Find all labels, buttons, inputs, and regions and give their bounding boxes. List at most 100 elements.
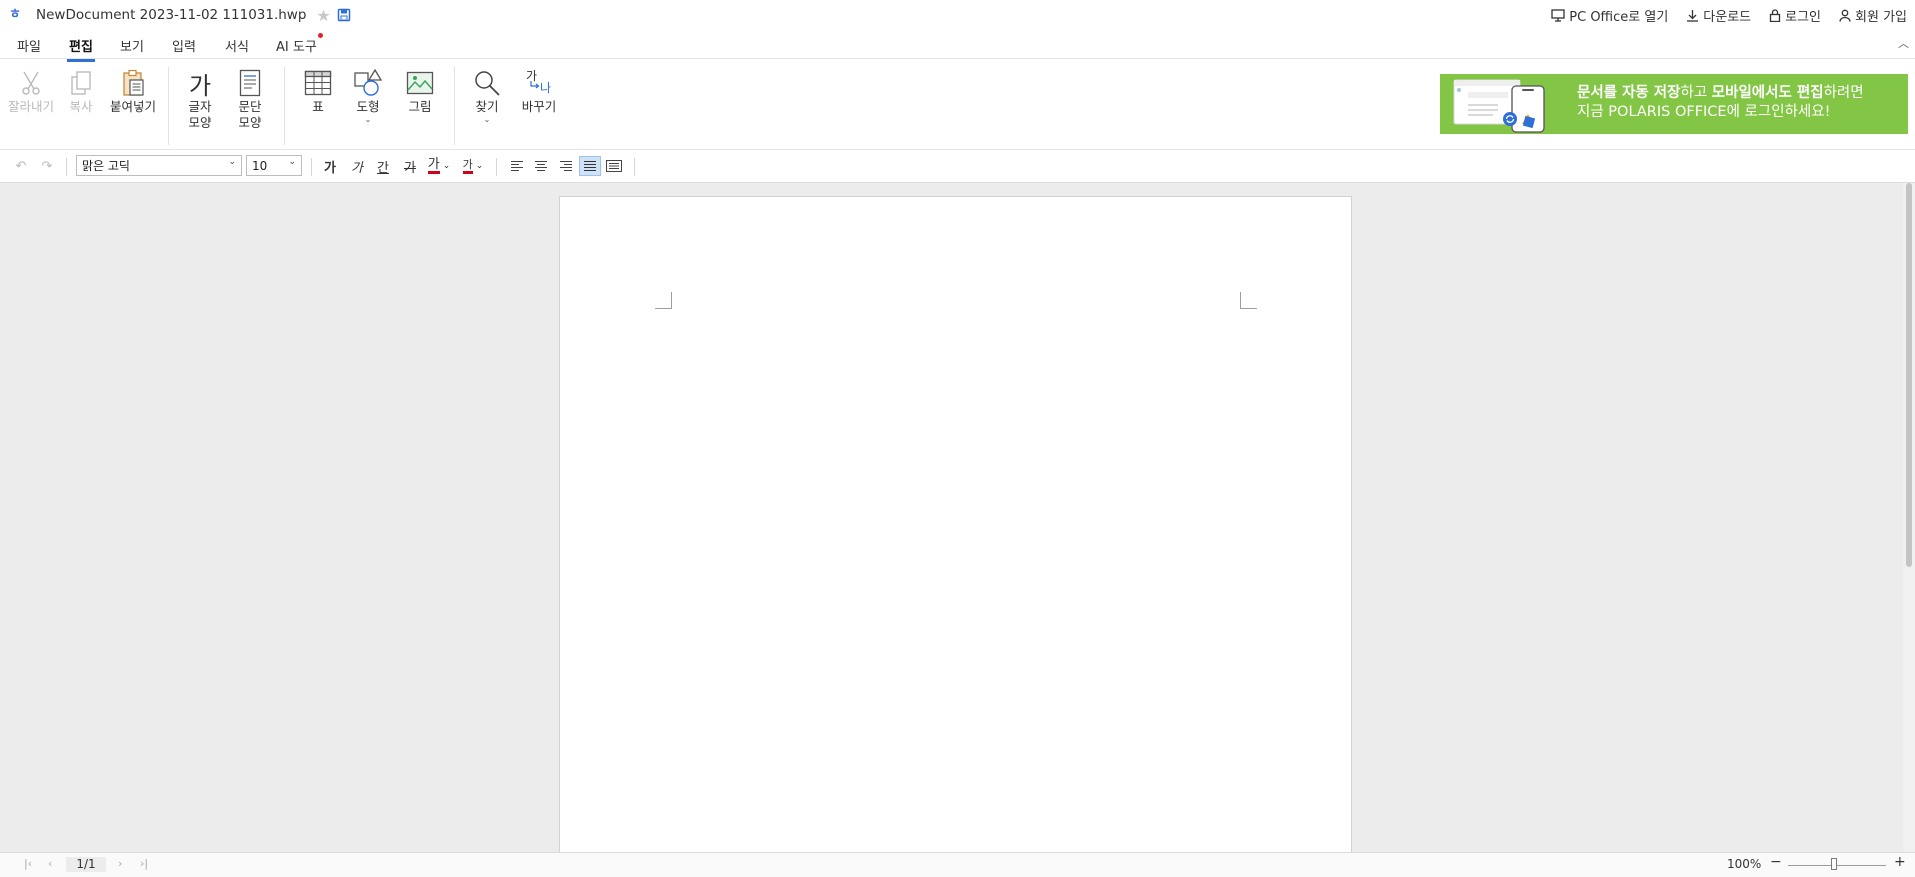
char-shape-label-line1: 글자 [188,99,212,114]
save-icon[interactable] [337,8,351,22]
bold-button[interactable]: 가 [320,156,340,176]
status-bar: |‹ ‹ 1/1 › ›| 100% − + [0,852,1915,877]
char-shape-button[interactable]: 가 글자 모양 [184,67,216,131]
ribbon-divider [168,67,169,145]
align-distribute-icon [606,160,622,172]
align-right-button[interactable] [556,156,576,176]
paste-button[interactable]: 붙여넣기 [106,67,160,115]
promo-line1: 문서를 자동 저장하고 모바일에서도 편집하려면 [1577,84,1864,103]
picture-label: 그림 [408,99,432,114]
monitor-icon [1551,8,1565,22]
promo-banner[interactable]: 문서를 자동 저장하고 모바일에서도 편집하려면 지금 POLARIS OFFI… [1440,74,1908,134]
table-label: 표 [312,99,324,114]
title-bar: ㅎ NewDocument 2023-11-02 111031.hwp ★ PC… [0,0,1915,30]
para-shape-button[interactable]: 문단 모양 [234,67,266,131]
page-indicator[interactable]: 1/1 [66,857,106,872]
download-link[interactable]: 다운로드 [1686,6,1751,25]
app-logo-icon[interactable]: ㅎ [8,8,22,22]
distribute-button[interactable] [604,156,624,176]
document-canvas[interactable] [0,183,1915,856]
table-icon [304,70,332,96]
prev-page-icon[interactable]: ‹ [48,857,52,870]
font-size-select[interactable]: 10 ⌄ [246,155,302,176]
font-color-button[interactable]: 가 ⌄ [424,156,454,176]
scrollbar-thumb[interactable] [1906,183,1912,567]
cut-label: 잘라내기 [7,99,54,114]
zoom-slider-handle[interactable] [1831,858,1838,870]
find-label: 찾기 [475,99,499,114]
shape-button[interactable]: 도형 ⌄ [350,67,386,124]
font-family-select[interactable]: 맑은 고딕 ⌄ [76,155,242,176]
paste-label: 붙여넣기 [109,99,156,114]
align-center-icon [535,161,547,171]
replace-button[interactable]: 가 나 바꾸기 [518,67,560,115]
last-page-icon[interactable]: ›| [140,857,148,870]
zoom-out-icon[interactable]: − [1770,854,1782,870]
zoom-level: 100% [1727,857,1762,871]
picture-button[interactable]: 그림 [402,67,438,115]
highlight-color-button[interactable]: 가 ⌄ [458,156,488,176]
para-shape-label-line1: 문단 [238,99,262,114]
next-page-icon[interactable]: › [118,857,122,870]
margin-corner-marker [1240,292,1257,309]
shapes-icon [354,69,383,96]
tab-file[interactable]: 파일 [17,36,41,55]
download-label: 다운로드 [1703,9,1752,25]
underline-button[interactable]: 간 [373,156,393,176]
promo-text: 문서를 자동 저장하고 모바일에서도 편집하려면 지금 POLARIS OFFI… [1577,84,1864,122]
shape-label: 도형 [356,99,380,114]
first-page-icon[interactable]: |‹ [24,857,32,870]
italic-button[interactable]: 가 [347,156,367,176]
scissors-icon [22,71,40,95]
redo-icon[interactable]: ↷ [38,156,56,176]
open-pc-office-link[interactable]: PC Office로 열기 [1551,6,1668,25]
highlight-glyph: 가 [462,158,473,174]
toolbar-divider [496,158,497,176]
magnifier-icon [475,71,500,96]
zoom-in-icon[interactable]: + [1894,854,1906,870]
margin-corner-marker [655,292,672,309]
image-icon [406,71,434,95]
ribbon-toolbar: 잘라내기 복사 붙여넣기 가 글자 모양 문단 모양 표 도형 ⌄ 그림 찾기 … [0,59,1915,150]
document-page[interactable] [559,196,1352,856]
toolbar-divider [66,158,67,176]
font-family-value: 맑은 고딕 [82,159,130,173]
align-center-button[interactable] [531,156,551,176]
tab-ai-tools[interactable]: AI 도구 [276,33,323,55]
copy-icon [71,71,91,95]
align-justify-button[interactable] [579,156,601,176]
login-label: 로그인 [1785,9,1822,25]
favorite-star-icon[interactable]: ★ [316,6,330,25]
open-pc-office-label: PC Office로 열기 [1569,9,1669,25]
tab-view[interactable]: 보기 [120,36,144,55]
undo-icon[interactable]: ↶ [12,156,30,176]
toolbar-divider [311,158,312,176]
signup-link[interactable]: 회원 가입 [1839,6,1907,25]
promo-illustration [1453,79,1545,133]
vertical-scrollbar[interactable] [1903,183,1915,852]
new-badge-dot [317,33,323,38]
replace-label: 바꾸기 [521,99,557,114]
align-left-button[interactable] [507,156,527,176]
tab-insert[interactable]: 입력 [172,36,196,55]
align-left-icon [511,161,523,171]
font-color-glyph: 가 [427,157,440,174]
replace-glyph-bottom: 나 [540,81,552,95]
chevron-down-icon: ⌄ [288,157,296,167]
find-button[interactable]: 찾기 ⌄ [470,67,504,124]
copy-button[interactable]: 복사 [62,67,100,115]
char-shape-label-line2: 모양 [188,115,212,130]
tab-format[interactable]: 서식 [225,36,249,55]
shape-dropdown-caret-icon: ⌄ [364,115,372,124]
tab-edit[interactable]: 편집 [67,36,95,62]
login-link[interactable]: 로그인 [1769,6,1821,25]
menu-tabs: 파일 편집 보기 입력 서식 AI 도구 ︿ [0,30,1915,62]
table-button[interactable]: 표 [300,67,336,115]
strikethrough-button[interactable]: 가 [400,156,420,176]
paragraph-icon [239,69,261,97]
copy-label: 복사 [69,99,93,114]
document-title[interactable]: NewDocument 2023-11-02 111031.hwp [36,7,306,23]
cut-button[interactable]: 잘라내기 [6,67,56,115]
replace-arrow-icon [530,81,540,89]
collapse-ribbon-icon[interactable]: ︿ [1898,35,1909,51]
